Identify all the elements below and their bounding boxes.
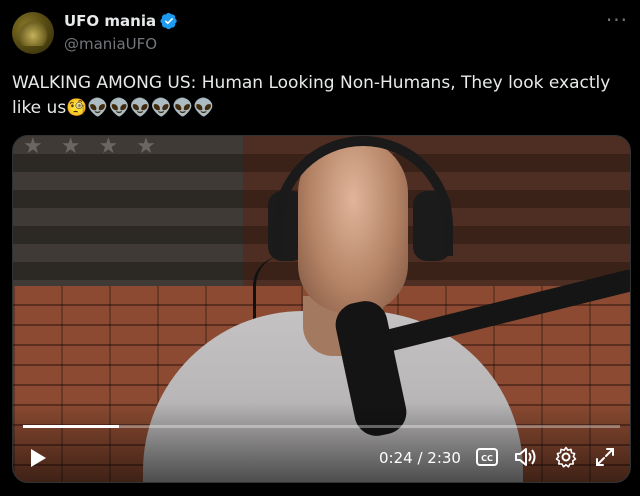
volume-button[interactable] — [513, 444, 539, 470]
tweet-text: WALKING AMONG US: Human Looking Non-Huma… — [12, 71, 624, 121]
volume-icon — [515, 448, 536, 466]
captions-icon: CC — [476, 448, 498, 466]
video-player[interactable]: ★★★★ 0:24 / 2:30 CC — [12, 135, 631, 483]
avatar[interactable] — [12, 12, 54, 54]
captions-button[interactable]: CC — [476, 447, 498, 467]
fullscreen-button[interactable] — [594, 446, 616, 468]
flag-stars: ★★★★ — [23, 135, 174, 159]
play-icon — [31, 449, 46, 467]
play-button[interactable] — [27, 446, 49, 470]
tweet: UFO mania @maniaUFO ··· WALKING AMONG US… — [0, 0, 640, 496]
settings-button[interactable] — [553, 444, 579, 470]
progress-fill — [23, 425, 119, 428]
verified-badge-icon — [160, 12, 177, 30]
expand-icon — [596, 448, 614, 466]
author-handle[interactable]: @maniaUFO — [64, 35, 157, 53]
author-row: UFO mania — [64, 12, 178, 30]
controls-shade — [13, 402, 630, 482]
time-display: 0:24 / 2:30 — [379, 449, 461, 467]
gear-icon — [555, 446, 577, 468]
tweet-emojis: 🧐👽👽👽👽👽👽 — [66, 98, 215, 118]
svg-text:CC: CC — [481, 454, 493, 463]
more-options-icon[interactable]: ··· — [606, 10, 628, 30]
author-name[interactable]: UFO mania — [64, 12, 156, 30]
progress-bar[interactable] — [23, 425, 620, 428]
